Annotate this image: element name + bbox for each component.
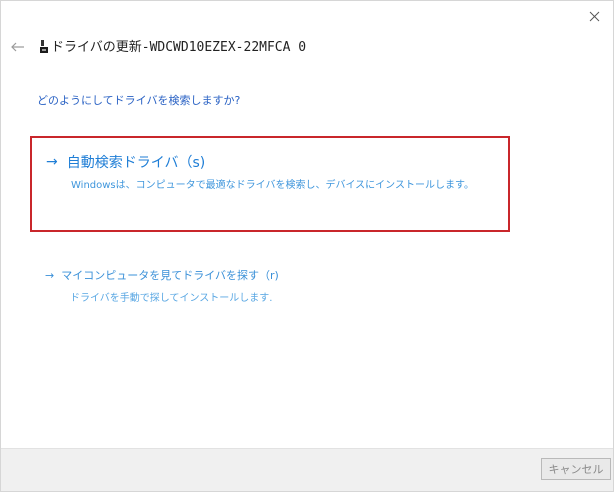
- browse-computer-label: マイコンピュータを見てドライバを探す（r): [61, 269, 279, 282]
- update-driver-dialog: ドライバの更新-WDCWD10EZEX-22MFCA 0 どのようにしてドライバ…: [0, 0, 614, 492]
- browse-computer-description: ドライバを手動で探してインストールします.: [70, 293, 273, 304]
- auto-search-option[interactable]: → 自動検索ドライバ（s) Windowsは、コンピュータで最適なドライバを検索…: [30, 136, 510, 232]
- driver-icon: [40, 40, 48, 53]
- auto-search-title: → 自動検索ドライバ（s): [46, 152, 205, 172]
- browse-computer-title: → マイコンピュータを見てドライバを探す（r): [45, 267, 279, 283]
- dialog-title: ドライバの更新-WDCWD10EZEX-22MFCA 0: [51, 40, 307, 55]
- cancel-button[interactable]: キャンセル: [541, 458, 611, 480]
- auto-search-description: Windowsは、コンピュータで最適なドライバを検索し、デバイスにインストールし…: [71, 180, 474, 191]
- search-question: どのようにしてドライバを検索しますか?: [37, 94, 241, 107]
- arrow-right-icon: →: [45, 268, 55, 282]
- back-arrow-icon: [11, 42, 24, 52]
- close-button[interactable]: [581, 5, 607, 27]
- browse-computer-option[interactable]: → マイコンピュータを見てドライバを探す（r) ドライバを手動で探してインストー…: [37, 263, 457, 311]
- auto-search-label: 自動検索ドライバ（s): [66, 155, 206, 171]
- dialog-footer: キャンセル: [1, 448, 613, 491]
- back-button[interactable]: [7, 38, 29, 56]
- arrow-right-icon: →: [46, 154, 58, 170]
- close-icon: [589, 11, 599, 21]
